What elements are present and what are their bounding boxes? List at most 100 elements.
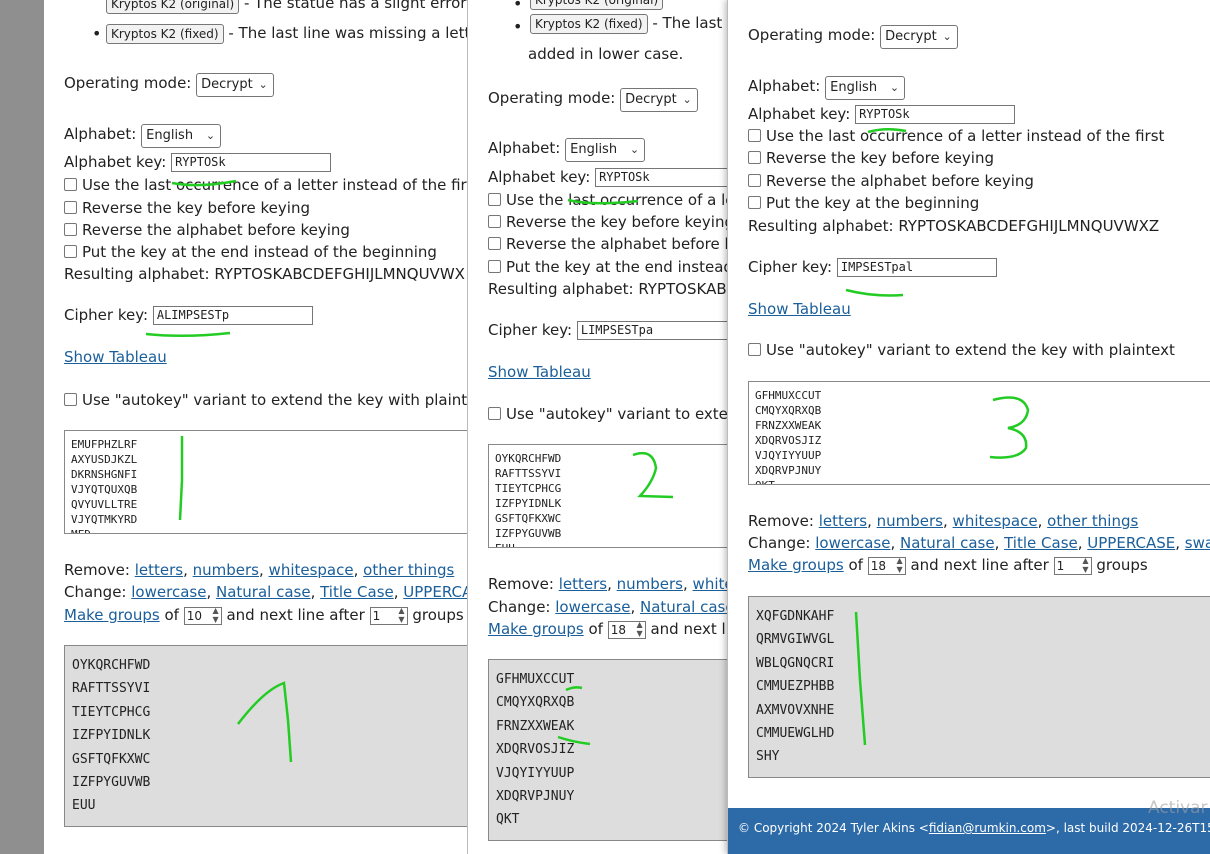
alphabet-select[interactable]: English ⌄ bbox=[141, 124, 222, 148]
remove-letters-link[interactable]: letters bbox=[135, 561, 183, 579]
group-size-value: 10 bbox=[186, 608, 202, 623]
autokey-option[interactable]: Use "autokey" variant to extend the key … bbox=[64, 391, 484, 409]
operating-mode-select[interactable]: Decrypt ⌄ bbox=[620, 88, 698, 112]
line-groups-input[interactable]: 1 ▲ ▼ bbox=[1053, 556, 1092, 575]
remove-numbers-link[interactable]: numbers bbox=[617, 575, 683, 593]
operating-mode-select[interactable]: Decrypt ⌄ bbox=[196, 73, 274, 97]
checkbox[interactable] bbox=[748, 129, 761, 142]
remove-other-link[interactable]: other things bbox=[1047, 512, 1138, 530]
spinner-icon[interactable]: ▲ ▼ bbox=[897, 556, 903, 574]
group-size-input[interactable]: 10 ▲ ▼ bbox=[183, 606, 222, 625]
chevron-down-icon: ⌄ bbox=[205, 129, 216, 142]
show-tableau-link[interactable]: Show Tableau bbox=[748, 300, 851, 318]
input-textarea[interactable]: OYKQRCHFWD RAFTTSSYVI TIEYTCPHCG IZFPYID… bbox=[488, 444, 762, 548]
checkbox[interactable] bbox=[488, 193, 501, 206]
checkbox[interactable] bbox=[488, 237, 501, 250]
checkbox[interactable] bbox=[64, 178, 77, 191]
swap-case-link[interactable]: swap c bbox=[1185, 534, 1210, 552]
lowercase-link[interactable]: lowercase bbox=[131, 583, 206, 601]
option-key-at-end[interactable]: Put the key at the end instead of the be… bbox=[64, 243, 437, 261]
show-tableau-link[interactable]: Show Tableau bbox=[64, 348, 167, 366]
operating-mode-select[interactable]: Decrypt ⌄ bbox=[880, 25, 958, 49]
remove-row: Remove: letters, numbers, whitespace, ot… bbox=[64, 561, 455, 579]
kryptos-fixed-button[interactable]: Kryptos K2 (fixed) bbox=[530, 14, 648, 34]
option-reverse-alphabet[interactable]: Reverse the alphabet before keying bbox=[64, 221, 350, 239]
groups-row: Make groups of 18 ▲ ▼ and next lin bbox=[488, 620, 739, 639]
autokey-option[interactable]: Use "autokey" variant to extend the key … bbox=[748, 341, 1175, 359]
output-box: GFHMUXCCUT CMQYXQRXQB FRNZXXWEAK XDQRVOS… bbox=[488, 659, 764, 841]
kryptos-fixed-button[interactable]: Kryptos K2 (fixed) bbox=[106, 24, 224, 44]
spinner-icon[interactable]: ▲ ▼ bbox=[637, 620, 643, 638]
option-key-at-end[interactable]: Put the key at the end instead bbox=[488, 258, 733, 276]
option-key-at-beginning[interactable]: Put the key at the beginning bbox=[748, 194, 979, 212]
remove-numbers-link[interactable]: numbers bbox=[193, 561, 259, 579]
spinner-icon[interactable]: ▲ ▼ bbox=[1082, 556, 1088, 574]
kryptos-original-button[interactable]: Kryptos K2 (original) bbox=[530, 0, 664, 10]
lowercase-link[interactable]: lowercase bbox=[555, 598, 630, 616]
bullet-icon: • bbox=[92, 24, 102, 43]
spinner-icon[interactable]: ▲ ▼ bbox=[213, 606, 219, 624]
checkbox[interactable] bbox=[748, 196, 761, 209]
alphabet-key-input[interactable]: RYPTOSk bbox=[855, 105, 1016, 124]
option-reverse-alphabet[interactable]: Reverse the alphabet before keying bbox=[748, 172, 1034, 190]
title-case-link[interactable]: Title Case bbox=[1004, 534, 1078, 552]
input-textarea[interactable]: EMUFPHZLRF AXYUSDJKZL DKRNSHGNFI VJYQTQU… bbox=[64, 430, 484, 534]
remove-letters-link[interactable]: letters bbox=[819, 512, 867, 530]
checkbox[interactable] bbox=[64, 393, 77, 406]
alphabet-value: English bbox=[570, 142, 618, 157]
checkbox[interactable] bbox=[64, 201, 77, 214]
remove-whitespace-link[interactable]: whitespace bbox=[269, 561, 354, 579]
group-size-input[interactable]: 18 ▲ ▼ bbox=[607, 620, 646, 639]
option-label: Reverse the key before keying bbox=[82, 199, 310, 217]
title-case-link[interactable]: Title Case bbox=[320, 583, 394, 601]
cipher-key-input[interactable]: IMPSESTpal bbox=[836, 258, 997, 277]
lowercase-link[interactable]: lowercase bbox=[815, 534, 890, 552]
alphabet-select[interactable]: English ⌄ bbox=[565, 138, 646, 162]
line-groups-input[interactable]: 1 ▲ ▼ bbox=[369, 606, 408, 625]
alphabet-key-input[interactable]: RYPTOSk bbox=[171, 153, 332, 172]
checkbox[interactable] bbox=[748, 343, 761, 356]
uppercase-link[interactable]: UPPERCASE bbox=[1087, 534, 1175, 552]
remove-letters-link[interactable]: letters bbox=[559, 575, 607, 593]
option-label: Put the key at the end instead of the be… bbox=[82, 243, 437, 261]
option-last-occurrence[interactable]: Use the last occurrence of a letter inst… bbox=[64, 176, 480, 194]
change-row: Change: lowercase, Natural case, Title C… bbox=[64, 583, 484, 601]
checkbox[interactable] bbox=[748, 151, 761, 164]
option-last-occurrence[interactable]: Use the last occurrence of a let bbox=[488, 191, 740, 209]
natural-case-link[interactable]: Natural case bbox=[900, 534, 995, 552]
chevron-down-icon: ⌄ bbox=[942, 30, 952, 43]
checkbox[interactable] bbox=[64, 245, 77, 258]
make-groups-link[interactable]: Make groups bbox=[64, 606, 160, 624]
checkbox[interactable] bbox=[488, 215, 501, 228]
option-label: Put the key at the end instead bbox=[506, 258, 733, 276]
checkbox[interactable] bbox=[488, 260, 501, 273]
cipher-panel-1: Kryptos K2 (original) - The statue has a… bbox=[44, 0, 484, 854]
natural-case-link[interactable]: Natural case bbox=[216, 583, 311, 601]
remove-whitespace-link[interactable]: whitespace bbox=[953, 512, 1038, 530]
option-reverse-alphabet[interactable]: Reverse the alphabet before ke bbox=[488, 235, 742, 253]
group-size-input[interactable]: 18 ▲ ▼ bbox=[867, 556, 906, 575]
remove-numbers-link[interactable]: numbers bbox=[877, 512, 943, 530]
option-reverse-key[interactable]: Reverse the key before keying bbox=[64, 199, 310, 217]
make-groups-link[interactable]: Make groups bbox=[748, 556, 844, 574]
checkbox[interactable] bbox=[748, 174, 761, 187]
show-tableau-link[interactable]: Show Tableau bbox=[488, 363, 591, 381]
remove-label: Remove: bbox=[64, 561, 130, 579]
checkbox[interactable] bbox=[64, 223, 77, 236]
alphabet-select[interactable]: English ⌄ bbox=[825, 76, 906, 100]
remove-other-link[interactable]: other things bbox=[363, 561, 454, 579]
option-reverse-key[interactable]: Reverse the key before keying bbox=[748, 149, 994, 167]
option-last-occurrence[interactable]: Use the last occurrence of a letter inst… bbox=[748, 127, 1164, 145]
of-label: of bbox=[164, 606, 179, 624]
input-textarea[interactable]: GFHMUXCCUT CMQYXQRXQB FRNZXXWEAK XDQRVOS… bbox=[748, 381, 1210, 485]
autokey-option[interactable]: Use "autokey" variant to exten bbox=[488, 405, 737, 423]
cipher-key-input[interactable]: ALIMPSESTp bbox=[152, 306, 313, 325]
make-groups-link[interactable]: Make groups bbox=[488, 620, 584, 638]
natural-case-link[interactable]: Natural case bbox=[640, 598, 735, 616]
cipher-key-input[interactable]: LIMPSESTpa bbox=[576, 321, 737, 340]
footer-email-link[interactable]: fidian@rumkin.com bbox=[929, 821, 1046, 835]
spinner-icon[interactable]: ▲ ▼ bbox=[398, 606, 404, 624]
option-reverse-key[interactable]: Reverse the key before keying bbox=[488, 213, 734, 231]
checkbox[interactable] bbox=[488, 407, 501, 420]
kryptos-original-button[interactable]: Kryptos K2 (original) bbox=[106, 0, 240, 14]
